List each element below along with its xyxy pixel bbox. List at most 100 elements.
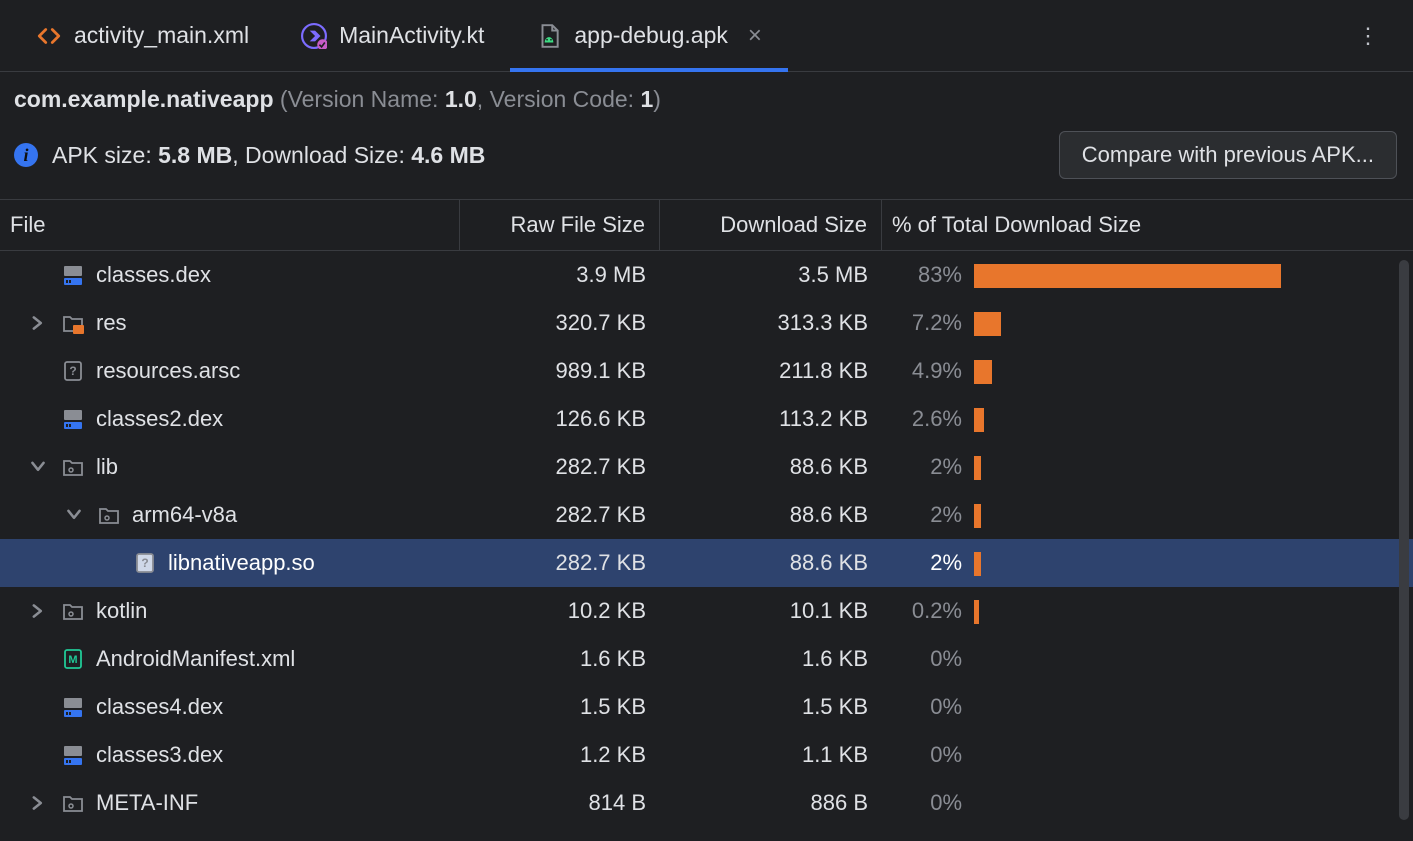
download-size: 886 B — [660, 790, 882, 816]
pct-bar — [974, 788, 1413, 818]
table-row[interactable]: arm64-v8a 282.7 KB 88.6 KB 2% — [0, 491, 1413, 539]
dex-icon — [60, 694, 86, 720]
tab-activity-main-xml[interactable]: activity_main.xml — [10, 0, 275, 71]
expand-chevron-icon[interactable] — [26, 599, 50, 623]
expand-chevron-icon[interactable] — [26, 791, 50, 815]
table-row[interactable]: ? resources.arsc 989.1 KB 211.8 KB 4.9% — [0, 347, 1413, 395]
info-icon: i — [14, 143, 38, 167]
expand-chevron-icon[interactable] — [26, 311, 50, 335]
table-header: File Raw File Size Download Size % of To… — [0, 199, 1413, 251]
tab-mainactivity-kt[interactable]: MainActivity.kt — [275, 0, 510, 71]
apk-header: com.example.nativeapp (Version Name: 1.0… — [0, 72, 1413, 113]
raw-size: 989.1 KB — [460, 358, 660, 384]
expand-chevron-icon[interactable] — [26, 455, 50, 479]
pct-value: 0% — [882, 790, 974, 816]
raw-size: 1.5 KB — [460, 694, 660, 720]
download-size: 88.6 KB — [660, 550, 882, 576]
tab-label: activity_main.xml — [74, 22, 249, 49]
tab-label: app-debug.apk — [574, 22, 727, 49]
svg-text:?: ? — [141, 556, 148, 570]
dex-icon — [60, 262, 86, 288]
pct-value: 2% — [882, 550, 974, 576]
table-row[interactable]: classes.dex 3.9 MB 3.5 MB 83% — [0, 251, 1413, 299]
compare-previous-apk-button[interactable]: Compare with previous APK... — [1059, 131, 1397, 179]
table-row[interactable]: M AndroidManifest.xml 1.6 KB 1.6 KB 0% — [0, 635, 1413, 683]
download-size: 313.3 KB — [660, 310, 882, 336]
table-row[interactable]: ? libnativeapp.so 282.7 KB 88.6 KB 2% — [0, 539, 1413, 587]
table-row[interactable]: res 320.7 KB 313.3 KB 7.2% — [0, 299, 1413, 347]
raw-size: 1.6 KB — [460, 646, 660, 672]
close-icon[interactable]: × — [748, 22, 762, 50]
raw-size: 282.7 KB — [460, 454, 660, 480]
pct-bar — [974, 596, 1413, 626]
expand-chevron-icon[interactable] — [62, 503, 86, 527]
version-info: (Version Name: 1.0, Version Code: 1) — [280, 86, 661, 112]
table-row[interactable]: classes2.dex 126.6 KB 113.2 KB 2.6% — [0, 395, 1413, 443]
vertical-scrollbar[interactable] — [1399, 260, 1409, 820]
tab-app-debug-apk[interactable]: app-debug.apk × — [510, 0, 787, 71]
file-name: META-INF — [96, 790, 198, 816]
raw-size: 282.7 KB — [460, 502, 660, 528]
column-file[interactable]: File — [0, 200, 460, 250]
table-row[interactable]: lib 282.7 KB 88.6 KB 2% — [0, 443, 1413, 491]
pct-value: 7.2% — [882, 310, 974, 336]
unknown-icon: ? — [60, 358, 86, 384]
download-size: 3.5 MB — [660, 262, 882, 288]
file-name: kotlin — [96, 598, 147, 624]
download-size: 1.1 KB — [660, 742, 882, 768]
folder-icon — [60, 454, 86, 480]
folder-icon — [60, 598, 86, 624]
raw-size: 282.7 KB — [460, 550, 660, 576]
raw-size: 1.2 KB — [460, 742, 660, 768]
raw-size: 126.6 KB — [460, 406, 660, 432]
download-size: 1.6 KB — [660, 646, 882, 672]
download-size: 88.6 KB — [660, 502, 882, 528]
pct-value: 0% — [882, 742, 974, 768]
table-row[interactable]: kotlin 10.2 KB 10.1 KB 0.2% — [0, 587, 1413, 635]
download-size: 1.5 KB — [660, 694, 882, 720]
file-name: classes4.dex — [96, 694, 223, 720]
res-dir-icon — [60, 310, 86, 336]
column-raw-size[interactable]: Raw File Size — [460, 200, 660, 250]
folder-icon — [96, 502, 122, 528]
file-name: libnativeapp.so — [168, 550, 315, 576]
raw-size: 814 B — [460, 790, 660, 816]
folder-icon — [60, 790, 86, 816]
table-row[interactable]: classes4.dex 1.5 KB 1.5 KB 0% — [0, 683, 1413, 731]
table-row[interactable]: META-INF 814 B 886 B 0% — [0, 779, 1413, 827]
file-name: res — [96, 310, 127, 336]
apk-icon — [536, 23, 562, 49]
pct-value: 0% — [882, 694, 974, 720]
download-size: 88.6 KB — [660, 454, 882, 480]
pct-bar — [974, 260, 1413, 290]
pct-bar — [974, 644, 1413, 674]
table-row[interactable]: classes3.dex 1.2 KB 1.1 KB 0% — [0, 731, 1413, 779]
manifest-icon: M — [60, 646, 86, 672]
size-summary: APK size: 5.8 MB, Download Size: 4.6 MB — [52, 142, 485, 169]
column-download-size[interactable]: Download Size — [660, 200, 882, 250]
pct-bar — [974, 356, 1413, 386]
file-name: lib — [96, 454, 118, 480]
pct-bar — [974, 308, 1413, 338]
pct-value: 2% — [882, 454, 974, 480]
xml-icon — [36, 23, 62, 49]
pct-value: 2% — [882, 502, 974, 528]
pct-value: 0% — [882, 646, 974, 672]
pct-bar — [974, 548, 1413, 578]
download-size: 10.1 KB — [660, 598, 882, 624]
tabs-overflow-menu[interactable]: ⋮ — [1335, 23, 1403, 49]
dex-icon — [60, 406, 86, 432]
file-name: classes2.dex — [96, 406, 223, 432]
tab-label: MainActivity.kt — [339, 22, 484, 49]
svg-text:M: M — [68, 654, 77, 666]
size-info-row: i APK size: 5.8 MB, Download Size: 4.6 M… — [0, 113, 1413, 199]
pct-value: 0.2% — [882, 598, 974, 624]
kotlin-class-icon — [301, 23, 327, 49]
pct-value: 2.6% — [882, 406, 974, 432]
file-name: classes3.dex — [96, 742, 223, 768]
download-size: 113.2 KB — [660, 406, 882, 432]
svg-text:?: ? — [69, 364, 76, 378]
file-name: arm64-v8a — [132, 502, 237, 528]
pct-bar — [974, 740, 1413, 770]
column-pct-download[interactable]: % of Total Download Size — [882, 200, 1413, 250]
